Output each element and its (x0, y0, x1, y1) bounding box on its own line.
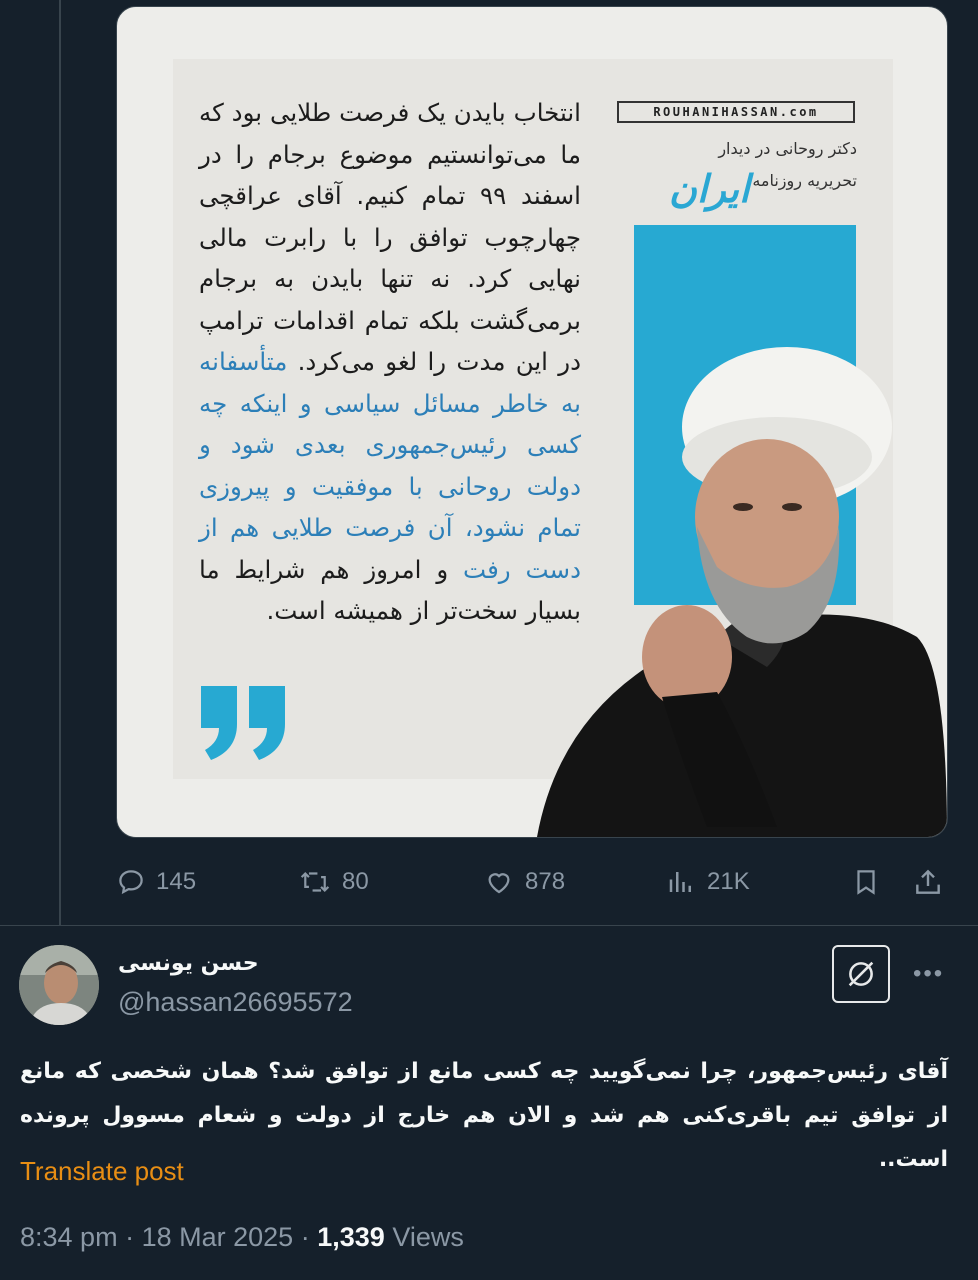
analytics-icon (669, 872, 691, 892)
meta-separator-2: · (300, 1222, 310, 1252)
thread-connector-line (59, 0, 61, 925)
repost-button[interactable]: 80 (298, 860, 369, 904)
post-image[interactable]: انتخاب بایدن یک فرصت طلایی بود که ما می‌… (116, 6, 948, 838)
author-display-name[interactable]: حسن یونسی (118, 951, 259, 976)
views-label: Views (392, 1222, 464, 1252)
meeting-line-2: تحریریه روزنامه (752, 171, 857, 190)
brand-label: ROUHANIHASSAN.com (617, 101, 855, 123)
views-count-short: 21K (707, 868, 750, 895)
post-date[interactable]: 18 Mar 2025 (142, 1222, 294, 1252)
avatar-photo (19, 945, 99, 1025)
grok-icon (848, 961, 874, 987)
repost-count: 80 (342, 868, 369, 895)
quote-marks-icon (201, 686, 285, 760)
grok-button[interactable] (832, 945, 890, 1003)
reply-count: 145 (156, 868, 197, 895)
bookmark-icon (857, 870, 875, 895)
portrait-figure (537, 347, 947, 837)
meta-separator: · (125, 1222, 135, 1252)
share-button[interactable] (912, 860, 944, 904)
repost-icon (300, 871, 330, 893)
avatar[interactable] (19, 945, 99, 1025)
more-options-icon[interactable]: ••• (913, 960, 944, 988)
like-count: 878 (525, 868, 566, 895)
views-count: 1,339 (317, 1222, 385, 1252)
share-icon (916, 869, 940, 894)
meeting-line-1: دکتر روحانی در دیدار (718, 139, 857, 158)
reply-button[interactable]: 145 (116, 860, 196, 904)
post-action-bar: 145 80 878 21K (0, 860, 978, 904)
author-handle[interactable]: @hassan26695572 (118, 987, 353, 1018)
bookmark-button[interactable] (851, 860, 881, 904)
post-meta: 8:34 pm · 18 Mar 2025 · 1,339 Views (20, 1222, 464, 1253)
translate-post-link[interactable]: Translate post (20, 1156, 184, 1187)
like-button[interactable]: 878 (483, 860, 565, 904)
post-time[interactable]: 8:34 pm (20, 1222, 118, 1252)
views-button[interactable]: 21K (665, 860, 750, 904)
reply-icon (119, 870, 143, 895)
newspaper-name: ایران (669, 167, 750, 211)
section-divider (0, 925, 978, 926)
heart-icon (488, 873, 510, 894)
